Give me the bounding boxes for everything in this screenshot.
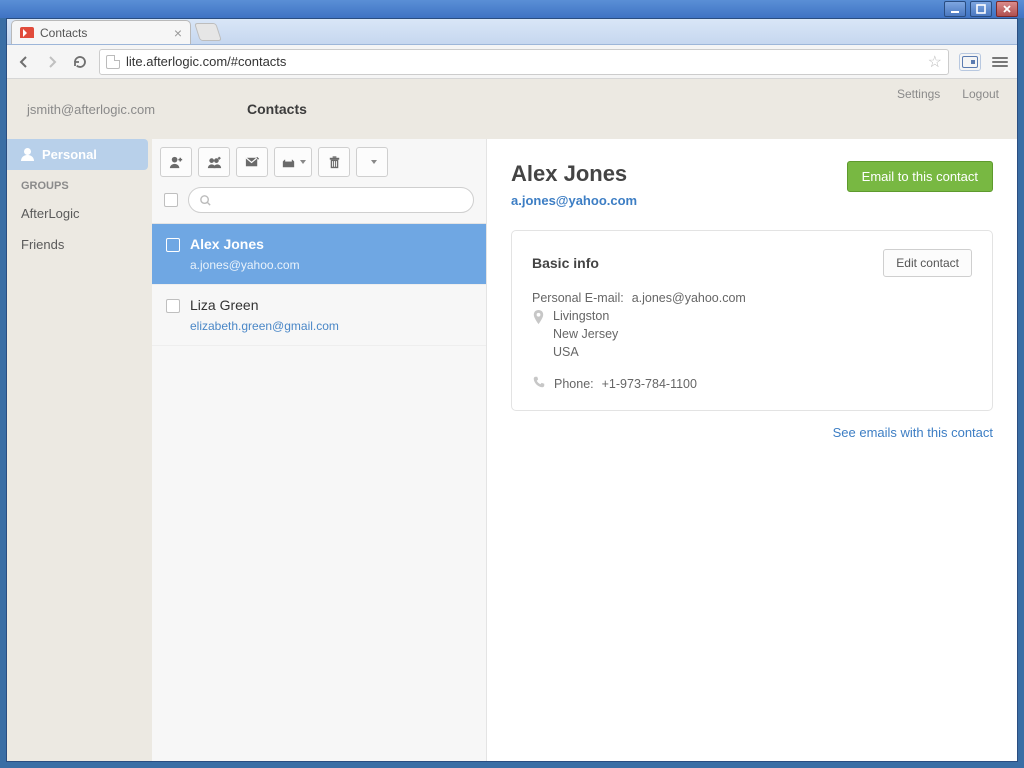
compose-mail-button[interactable] — [236, 147, 268, 177]
app-header: jsmith@afterlogic.com Contacts Settings … — [7, 79, 1017, 139]
browser-tabstrip: Contacts × — [7, 19, 1017, 45]
delete-button[interactable] — [318, 147, 350, 177]
personal-email-label: Personal E-mail: — [532, 291, 624, 305]
os-minimize-button[interactable] — [944, 1, 966, 17]
sidebar-group-friends[interactable]: Friends — [7, 229, 152, 260]
location-region: New Jersey — [553, 327, 618, 341]
import-export-button[interactable] — [274, 147, 312, 177]
location-city: Livingston — [553, 309, 618, 323]
contacts-search[interactable] — [188, 187, 474, 213]
row-checkbox[interactable] — [166, 238, 180, 252]
mail-favicon-icon — [20, 27, 34, 38]
search-input[interactable] — [218, 193, 463, 207]
new-contact-button[interactable] — [160, 147, 192, 177]
hamburger-icon — [992, 57, 1008, 67]
settings-link[interactable]: Settings — [897, 87, 940, 101]
edit-contact-button[interactable]: Edit contact — [883, 249, 972, 277]
contacts-toolbar — [152, 139, 486, 185]
email-contact-button[interactable]: Email to this contact — [847, 161, 993, 192]
location-pin-icon — [532, 310, 545, 328]
new-tab-button[interactable] — [194, 23, 222, 41]
extension-icon[interactable] — [959, 53, 981, 71]
page-title: Contacts — [247, 101, 307, 117]
tab-title: Contacts — [40, 26, 87, 40]
search-icon — [199, 194, 212, 207]
bookmark-star-icon[interactable]: ☆ — [928, 52, 942, 72]
sidebar-group-afterlogic[interactable]: AfterLogic — [7, 198, 152, 229]
phone-icon — [532, 375, 546, 392]
phone-value: +1-973-784-1100 — [602, 377, 697, 391]
reload-button[interactable] — [71, 53, 89, 71]
chevron-down-icon — [371, 160, 377, 164]
forward-button[interactable] — [43, 53, 61, 71]
sidebar-item-label: Friends — [21, 237, 64, 252]
os-close-button[interactable] — [996, 1, 1018, 17]
tab-close-icon[interactable]: × — [174, 26, 182, 40]
back-button[interactable] — [15, 53, 33, 71]
sidebar-item-label: Personal — [42, 147, 97, 162]
card-title: Basic info — [532, 255, 599, 271]
browser-menu-button[interactable] — [991, 53, 1009, 71]
more-actions-button[interactable] — [356, 147, 388, 177]
sidebar-item-label: AfterLogic — [21, 206, 80, 221]
contact-email: elizabeth.green@gmail.com — [190, 319, 339, 333]
browser-toolbar: ☆ — [7, 45, 1017, 79]
chevron-down-icon — [300, 160, 306, 164]
see-emails-link[interactable]: See emails with this contact — [833, 425, 993, 440]
contact-row[interactable]: Liza Green elizabeth.green@gmail.com — [152, 285, 486, 346]
person-icon — [21, 148, 34, 161]
sidebar-groups-heading: GROUPS — [7, 170, 152, 198]
sidebar-item-personal[interactable]: Personal — [7, 139, 148, 170]
phone-label: Phone: — [554, 377, 594, 391]
contact-email: a.jones@yahoo.com — [190, 258, 300, 272]
sidebar: Personal GROUPS AfterLogic Friends — [7, 139, 152, 761]
os-maximize-button[interactable] — [970, 1, 992, 17]
contact-detail-panel: Alex Jones a.jones@yahoo.com Email to th… — [487, 139, 1017, 761]
address-bar[interactable]: ☆ — [99, 49, 949, 75]
contact-name: Alex Jones — [190, 236, 300, 252]
detail-contact-name: Alex Jones — [511, 161, 637, 187]
personal-email-value: a.jones@yahoo.com — [632, 291, 746, 305]
contact-name: Liza Green — [190, 297, 339, 313]
detail-contact-email[interactable]: a.jones@yahoo.com — [511, 193, 637, 208]
contacts-list: Alex Jones a.jones@yahoo.com Liza Green … — [152, 223, 486, 761]
os-titlebar — [0, 0, 1024, 18]
row-checkbox[interactable] — [166, 299, 180, 313]
browser-tab[interactable]: Contacts × — [11, 20, 191, 44]
contact-row[interactable]: Alex Jones a.jones@yahoo.com — [152, 224, 486, 285]
location-country: USA — [553, 345, 618, 359]
url-input[interactable] — [126, 54, 922, 69]
current-user-email: jsmith@afterlogic.com — [27, 102, 217, 117]
basic-info-card: Basic info Edit contact Personal E-mail:… — [511, 230, 993, 411]
new-group-button[interactable] — [198, 147, 230, 177]
select-all-checkbox[interactable] — [164, 193, 178, 207]
contacts-panel: Alex Jones a.jones@yahoo.com Liza Green … — [152, 139, 487, 761]
page-icon — [106, 55, 120, 69]
logout-link[interactable]: Logout — [962, 87, 999, 101]
